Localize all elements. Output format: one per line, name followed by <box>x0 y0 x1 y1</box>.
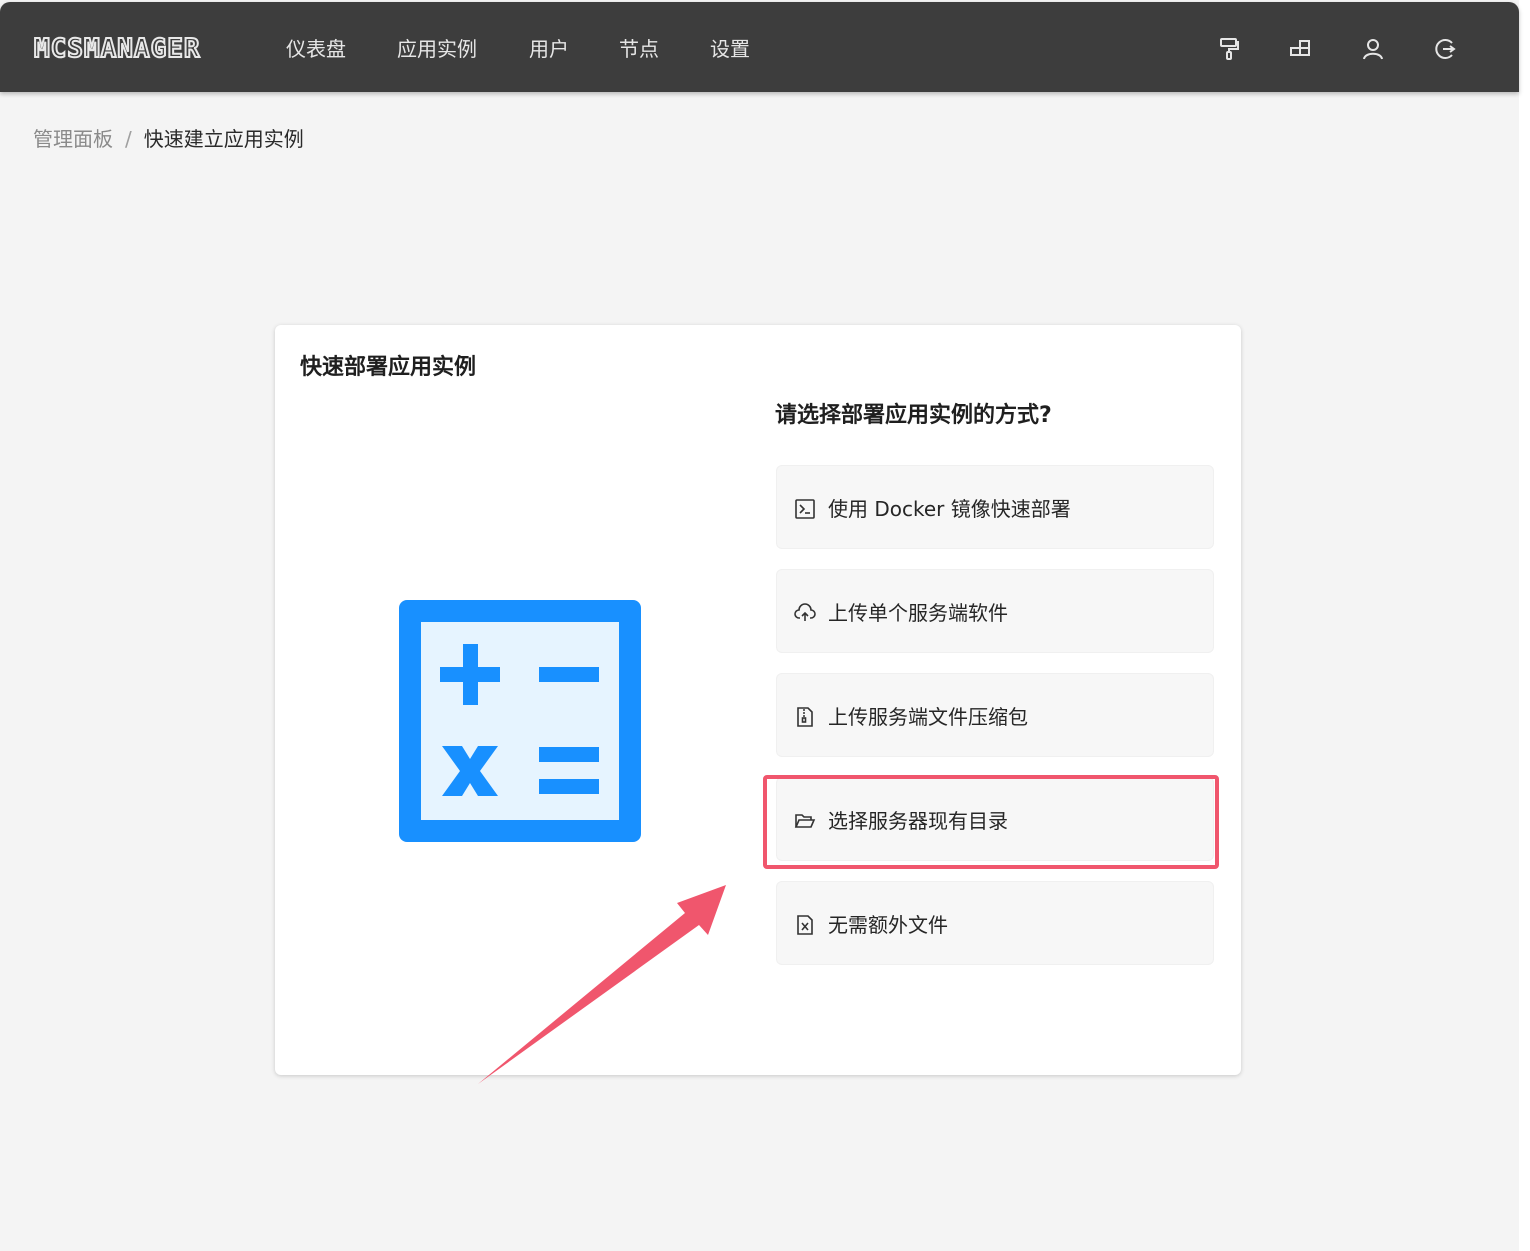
user-icon[interactable] <box>1360 36 1386 62</box>
option-no-extra-files[interactable]: 无需额外文件 <box>776 881 1214 965</box>
nav-settings[interactable]: 设置 <box>710 32 750 66</box>
nav-users[interactable]: 用户 <box>529 32 569 66</box>
breadcrumb: 管理面板 / 快速建立应用实例 <box>33 124 304 154</box>
nav-dashboard[interactable]: 仪表盘 <box>286 32 346 66</box>
quick-deploy-card: 快速部署应用实例 请选择部署应用实例的方式? 使用 Docker 镜像快速部署 <box>275 325 1241 1075</box>
file-excel-icon <box>794 914 816 936</box>
file-zip-icon <box>794 706 816 728</box>
breadcrumb-current: 快速建立应用实例 <box>143 127 304 151</box>
annotation-highlight-box <box>763 775 1219 869</box>
card-title: 快速部署应用实例 <box>300 355 477 380</box>
option-upload-archive[interactable]: 上传服务端文件压缩包 <box>776 673 1214 757</box>
nav-instances[interactable]: 应用实例 <box>397 32 477 66</box>
breadcrumb-separator: / <box>125 127 132 151</box>
deploy-method-question: 请选择部署应用实例的方式? <box>775 403 1052 428</box>
cloud-upload-icon <box>794 602 816 624</box>
option-label: 无需额外文件 <box>828 913 948 937</box>
app-logo[interactable]: MCSMANAGER <box>33 32 201 66</box>
layout-blocks-icon[interactable] <box>1288 36 1314 62</box>
option-label: 上传单个服务端软件 <box>828 601 1008 625</box>
option-docker-deploy[interactable]: 使用 Docker 镜像快速部署 <box>776 465 1214 549</box>
annotation-arrow <box>470 878 730 1088</box>
breadcrumb-root[interactable]: 管理面板 <box>33 127 113 151</box>
paint-roller-icon[interactable] <box>1216 36 1242 62</box>
option-label: 使用 Docker 镜像快速部署 <box>828 497 1071 521</box>
option-upload-single-server[interactable]: 上传单个服务端软件 <box>776 569 1214 653</box>
option-label: 上传服务端文件压缩包 <box>828 705 1028 729</box>
logout-icon[interactable] <box>1432 36 1458 62</box>
top-navigation-bar: MCSMANAGER 仪表盘 应用实例 用户 节点 设置 <box>0 2 1519 92</box>
terminal-icon <box>794 498 816 520</box>
calculator-icon <box>399 600 641 842</box>
nav-nodes[interactable]: 节点 <box>619 32 659 66</box>
